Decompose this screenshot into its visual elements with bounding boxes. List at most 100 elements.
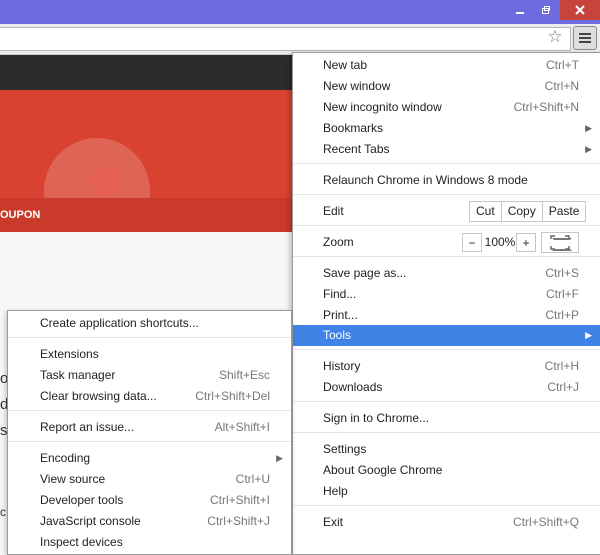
menu-item-recent-tabs[interactable]: Recent Tabs ▶ (293, 139, 600, 160)
menu-item-developer-tools[interactable]: Developer tools Ctrl+Shift+I (8, 490, 291, 511)
menu-item-label: Zoom (323, 235, 354, 249)
menu-item-sign-in[interactable]: Sign in to Chrome... (293, 408, 600, 429)
menu-item-label: Save page as... (323, 266, 407, 280)
menu-separator (293, 225, 600, 226)
menu-item-bookmarks[interactable]: Bookmarks ▶ (293, 118, 600, 139)
menu-item-label: Create application shortcuts... (40, 316, 199, 330)
menu-item-inspect-devices[interactable]: Inspect devices (8, 532, 291, 553)
menu-item-shortcut: Ctrl+S (545, 266, 579, 280)
menu-item-create-shortcuts[interactable]: Create application shortcuts... (8, 313, 291, 334)
star-icon[interactable]: ☆ (546, 28, 564, 46)
menu-separator (293, 256, 600, 257)
zoom-out-button[interactable]: − (462, 233, 482, 252)
restore-button[interactable] (533, 0, 559, 20)
menu-item-shortcut: Ctrl+P (545, 308, 579, 322)
menu-item-label: Inspect devices (40, 535, 123, 549)
menu-separator (293, 401, 600, 402)
menu-item-view-source[interactable]: View source Ctrl+U (8, 469, 291, 490)
menu-item-tools[interactable]: Tools ▶ (293, 325, 600, 346)
chevron-right-icon: ▶ (585, 144, 592, 154)
menu-item-extensions[interactable]: Extensions (8, 344, 291, 365)
minimize-button[interactable] (507, 0, 533, 20)
menu-item-shortcut: Ctrl+F (546, 287, 579, 301)
tools-submenu: Create application shortcuts... Extensio… (7, 310, 292, 555)
browser-toolbar: ☆ (0, 24, 600, 55)
menu-item-label: View source (40, 472, 106, 486)
menu-item-history[interactable]: History Ctrl+H (293, 356, 600, 377)
watermark-dot (92, 166, 122, 196)
menu-item-label: Extensions (40, 347, 99, 361)
menu-item-report-issue[interactable]: Report an issue... Alt+Shift+I (8, 417, 291, 438)
coupon-link[interactable]: OUPON (0, 209, 40, 221)
menu-item-settings[interactable]: Settings (293, 439, 600, 460)
menu-item-label: Encoding (40, 451, 91, 465)
menu-item-relaunch[interactable]: Relaunch Chrome in Windows 8 mode (293, 170, 600, 191)
fullscreen-icon (550, 235, 570, 250)
menu-item-label: Help (323, 484, 348, 498)
copy-button[interactable]: Copy (500, 202, 542, 221)
menu-item-shortcut: Ctrl+Shift+J (207, 514, 270, 528)
chevron-right-icon: ▶ (276, 453, 283, 463)
menu-item-downloads[interactable]: Downloads Ctrl+J (293, 377, 600, 398)
menu-item-shortcut: Shift+Esc (218, 368, 270, 382)
menu-item-shortcut: Ctrl+H (544, 359, 579, 373)
chrome-main-menu: New tab Ctrl+T New window Ctrl+N New inc… (292, 52, 600, 555)
menu-item-new-tab[interactable]: New tab Ctrl+T (293, 55, 600, 76)
menu-item-clear-browsing[interactable]: Clear browsing data... Ctrl+Shift+Del (8, 386, 291, 407)
menu-item-label: Task manager (40, 368, 116, 382)
menu-item-new-incognito[interactable]: New incognito window Ctrl+Shift+N (293, 97, 600, 118)
menu-item-label: About Google Chrome (323, 463, 443, 477)
menu-item-label: New incognito window (323, 100, 442, 114)
menu-item-shortcut: Ctrl+U (235, 472, 270, 486)
cut-button[interactable]: Cut (470, 202, 501, 221)
menu-item-task-manager[interactable]: Task manager Shift+Esc (8, 365, 291, 386)
restore-icon (542, 6, 550, 14)
menu-item-shortcut: Ctrl+Shift+Q (512, 515, 579, 529)
menu-item-help[interactable]: Help (293, 481, 600, 502)
menu-item-label: JavaScript console (40, 514, 141, 528)
menu-item-label: Sign in to Chrome... (323, 411, 430, 425)
menu-separator (293, 349, 600, 350)
menu-item-find[interactable]: Find... Ctrl+F (293, 284, 600, 305)
menu-item-label: Exit (323, 515, 344, 529)
menu-item-print[interactable]: Print... Ctrl+P (293, 305, 600, 326)
close-window-button[interactable] (560, 0, 600, 20)
menu-item-shortcut: Ctrl+Shift+Del (195, 389, 270, 403)
omnibox[interactable] (0, 27, 571, 51)
menu-item-shortcut: Ctrl+T (546, 58, 579, 72)
close-icon (575, 5, 585, 15)
menu-item-label: New tab (323, 58, 368, 72)
menu-item-label: Print... (323, 308, 358, 322)
menu-item-exit[interactable]: Exit Ctrl+Shift+Q (293, 512, 600, 533)
menu-item-save-page[interactable]: Save page as... Ctrl+S (293, 263, 600, 284)
menu-item-label: Recent Tabs (323, 142, 390, 156)
zoom-in-button[interactable]: + (516, 233, 536, 252)
menu-item-label: New window (323, 79, 391, 93)
menu-item-shortcut: Alt+Shift+I (214, 420, 270, 434)
minimize-icon (516, 12, 524, 14)
menu-item-label: Tools (323, 328, 352, 342)
fullscreen-button[interactable] (541, 232, 579, 253)
menu-item-shortcut: Ctrl+Shift+I (209, 493, 270, 507)
edit-button-group: Cut Copy Paste (469, 201, 587, 222)
menu-item-label: Find... (323, 287, 357, 301)
menu-item-about[interactable]: About Google Chrome (293, 460, 600, 481)
menu-item-shortcut: Ctrl+J (547, 380, 579, 394)
menu-item-javascript-console[interactable]: JavaScript console Ctrl+Shift+J (8, 511, 291, 532)
menu-item-encoding[interactable]: Encoding ▶ (8, 448, 291, 469)
zoom-level: 100% (484, 235, 516, 249)
menu-item-shortcut: Ctrl+Shift+N (513, 100, 579, 114)
menu-item-shortcut: Ctrl+N (544, 79, 579, 93)
menu-item-new-window[interactable]: New window Ctrl+N (293, 76, 600, 97)
menu-separator (293, 194, 600, 195)
paste-button[interactable]: Paste (541, 202, 586, 221)
menu-item-label: History (323, 359, 361, 373)
menu-separator (293, 163, 600, 164)
menu-item-label: Report an issue... (40, 420, 135, 434)
menu-item-label: Settings (323, 442, 367, 456)
page-text-fragment: c (0, 505, 6, 519)
menu-item-label: Relaunch Chrome in Windows 8 mode (323, 173, 528, 187)
chrome-menu-button[interactable] (573, 26, 597, 50)
chevron-right-icon: ▶ (585, 330, 592, 340)
menu-separator (293, 432, 600, 433)
